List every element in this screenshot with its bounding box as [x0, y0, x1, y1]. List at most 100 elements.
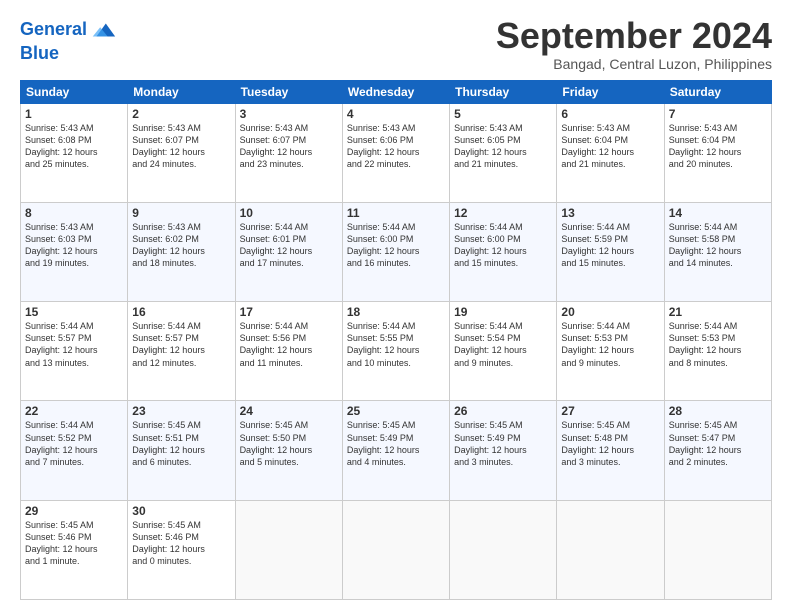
day-number: 16	[132, 305, 230, 319]
table-cell: 3Sunrise: 5:43 AM Sunset: 6:07 PM Daylig…	[235, 103, 342, 202]
table-cell: 27Sunrise: 5:45 AM Sunset: 5:48 PM Dayli…	[557, 401, 664, 500]
calendar-week-row: 29Sunrise: 5:45 AM Sunset: 5:46 PM Dayli…	[21, 500, 772, 599]
day-info: Sunrise: 5:44 AM Sunset: 6:01 PM Dayligh…	[240, 221, 338, 270]
table-cell: 1Sunrise: 5:43 AM Sunset: 6:08 PM Daylig…	[21, 103, 128, 202]
table-cell: 15Sunrise: 5:44 AM Sunset: 5:57 PM Dayli…	[21, 302, 128, 401]
day-number: 9	[132, 206, 230, 220]
table-cell: 4Sunrise: 5:43 AM Sunset: 6:06 PM Daylig…	[342, 103, 449, 202]
day-info: Sunrise: 5:44 AM Sunset: 5:56 PM Dayligh…	[240, 320, 338, 369]
day-info: Sunrise: 5:45 AM Sunset: 5:49 PM Dayligh…	[454, 419, 552, 468]
day-info: Sunrise: 5:43 AM Sunset: 6:02 PM Dayligh…	[132, 221, 230, 270]
day-info: Sunrise: 5:43 AM Sunset: 6:06 PM Dayligh…	[347, 122, 445, 171]
table-cell: 18Sunrise: 5:44 AM Sunset: 5:55 PM Dayli…	[342, 302, 449, 401]
table-cell: 14Sunrise: 5:44 AM Sunset: 5:58 PM Dayli…	[664, 202, 771, 301]
day-number: 3	[240, 107, 338, 121]
day-info: Sunrise: 5:44 AM Sunset: 5:53 PM Dayligh…	[669, 320, 767, 369]
day-number: 23	[132, 404, 230, 418]
day-number: 11	[347, 206, 445, 220]
day-number: 17	[240, 305, 338, 319]
day-info: Sunrise: 5:43 AM Sunset: 6:05 PM Dayligh…	[454, 122, 552, 171]
day-number: 4	[347, 107, 445, 121]
header: General Blue September 2024 Bangad, Cent…	[20, 16, 772, 72]
table-cell: 8Sunrise: 5:43 AM Sunset: 6:03 PM Daylig…	[21, 202, 128, 301]
day-number: 24	[240, 404, 338, 418]
day-number: 30	[132, 504, 230, 518]
table-cell: 5Sunrise: 5:43 AM Sunset: 6:05 PM Daylig…	[450, 103, 557, 202]
day-number: 19	[454, 305, 552, 319]
day-info: Sunrise: 5:45 AM Sunset: 5:46 PM Dayligh…	[25, 519, 123, 568]
table-cell: 28Sunrise: 5:45 AM Sunset: 5:47 PM Dayli…	[664, 401, 771, 500]
table-cell: 11Sunrise: 5:44 AM Sunset: 6:00 PM Dayli…	[342, 202, 449, 301]
day-info: Sunrise: 5:45 AM Sunset: 5:50 PM Dayligh…	[240, 419, 338, 468]
day-number: 20	[561, 305, 659, 319]
day-number: 5	[454, 107, 552, 121]
table-cell: 7Sunrise: 5:43 AM Sunset: 6:04 PM Daylig…	[664, 103, 771, 202]
logo-icon	[89, 16, 117, 44]
day-info: Sunrise: 5:44 AM Sunset: 6:00 PM Dayligh…	[454, 221, 552, 270]
day-info: Sunrise: 5:44 AM Sunset: 5:57 PM Dayligh…	[25, 320, 123, 369]
calendar-header-row: Sunday Monday Tuesday Wednesday Thursday…	[21, 80, 772, 103]
col-thursday: Thursday	[450, 80, 557, 103]
day-number: 26	[454, 404, 552, 418]
day-info: Sunrise: 5:43 AM Sunset: 6:08 PM Dayligh…	[25, 122, 123, 171]
title-block: September 2024 Bangad, Central Luzon, Ph…	[496, 16, 772, 72]
calendar-week-row: 1Sunrise: 5:43 AM Sunset: 6:08 PM Daylig…	[21, 103, 772, 202]
logo-text-line1: General	[20, 20, 87, 40]
day-info: Sunrise: 5:44 AM Sunset: 5:52 PM Dayligh…	[25, 419, 123, 468]
calendar-week-row: 8Sunrise: 5:43 AM Sunset: 6:03 PM Daylig…	[21, 202, 772, 301]
day-info: Sunrise: 5:44 AM Sunset: 5:57 PM Dayligh…	[132, 320, 230, 369]
table-cell: 13Sunrise: 5:44 AM Sunset: 5:59 PM Dayli…	[557, 202, 664, 301]
table-cell: 2Sunrise: 5:43 AM Sunset: 6:07 PM Daylig…	[128, 103, 235, 202]
day-number: 18	[347, 305, 445, 319]
col-wednesday: Wednesday	[342, 80, 449, 103]
table-cell: 23Sunrise: 5:45 AM Sunset: 5:51 PM Dayli…	[128, 401, 235, 500]
day-info: Sunrise: 5:44 AM Sunset: 6:00 PM Dayligh…	[347, 221, 445, 270]
day-info: Sunrise: 5:43 AM Sunset: 6:07 PM Dayligh…	[240, 122, 338, 171]
day-info: Sunrise: 5:43 AM Sunset: 6:03 PM Dayligh…	[25, 221, 123, 270]
day-number: 14	[669, 206, 767, 220]
col-saturday: Saturday	[664, 80, 771, 103]
day-number: 7	[669, 107, 767, 121]
subtitle: Bangad, Central Luzon, Philippines	[496, 56, 772, 72]
page: General Blue September 2024 Bangad, Cent…	[0, 0, 792, 612]
day-info: Sunrise: 5:45 AM Sunset: 5:47 PM Dayligh…	[669, 419, 767, 468]
day-info: Sunrise: 5:43 AM Sunset: 6:04 PM Dayligh…	[669, 122, 767, 171]
table-cell: 20Sunrise: 5:44 AM Sunset: 5:53 PM Dayli…	[557, 302, 664, 401]
calendar-table: Sunday Monday Tuesday Wednesday Thursday…	[20, 80, 772, 600]
calendar-week-row: 15Sunrise: 5:44 AM Sunset: 5:57 PM Dayli…	[21, 302, 772, 401]
table-cell: 21Sunrise: 5:44 AM Sunset: 5:53 PM Dayli…	[664, 302, 771, 401]
month-title: September 2024	[496, 16, 772, 56]
day-number: 1	[25, 107, 123, 121]
table-cell: 25Sunrise: 5:45 AM Sunset: 5:49 PM Dayli…	[342, 401, 449, 500]
table-cell	[450, 500, 557, 599]
table-cell: 19Sunrise: 5:44 AM Sunset: 5:54 PM Dayli…	[450, 302, 557, 401]
day-number: 21	[669, 305, 767, 319]
day-info: Sunrise: 5:45 AM Sunset: 5:51 PM Dayligh…	[132, 419, 230, 468]
table-cell: 9Sunrise: 5:43 AM Sunset: 6:02 PM Daylig…	[128, 202, 235, 301]
day-number: 12	[454, 206, 552, 220]
table-cell	[664, 500, 771, 599]
table-cell: 26Sunrise: 5:45 AM Sunset: 5:49 PM Dayli…	[450, 401, 557, 500]
day-number: 2	[132, 107, 230, 121]
table-cell: 17Sunrise: 5:44 AM Sunset: 5:56 PM Dayli…	[235, 302, 342, 401]
table-cell: 24Sunrise: 5:45 AM Sunset: 5:50 PM Dayli…	[235, 401, 342, 500]
day-number: 28	[669, 404, 767, 418]
day-number: 8	[25, 206, 123, 220]
logo: General Blue	[20, 16, 117, 64]
day-number: 25	[347, 404, 445, 418]
day-info: Sunrise: 5:44 AM Sunset: 5:53 PM Dayligh…	[561, 320, 659, 369]
day-info: Sunrise: 5:43 AM Sunset: 6:04 PM Dayligh…	[561, 122, 659, 171]
table-cell: 16Sunrise: 5:44 AM Sunset: 5:57 PM Dayli…	[128, 302, 235, 401]
day-number: 15	[25, 305, 123, 319]
table-cell: 30Sunrise: 5:45 AM Sunset: 5:46 PM Dayli…	[128, 500, 235, 599]
day-number: 22	[25, 404, 123, 418]
table-cell: 22Sunrise: 5:44 AM Sunset: 5:52 PM Dayli…	[21, 401, 128, 500]
col-sunday: Sunday	[21, 80, 128, 103]
day-info: Sunrise: 5:44 AM Sunset: 5:54 PM Dayligh…	[454, 320, 552, 369]
day-number: 27	[561, 404, 659, 418]
day-info: Sunrise: 5:45 AM Sunset: 5:46 PM Dayligh…	[132, 519, 230, 568]
day-number: 6	[561, 107, 659, 121]
table-cell	[235, 500, 342, 599]
logo-text-line2: Blue	[20, 44, 117, 64]
day-info: Sunrise: 5:45 AM Sunset: 5:49 PM Dayligh…	[347, 419, 445, 468]
